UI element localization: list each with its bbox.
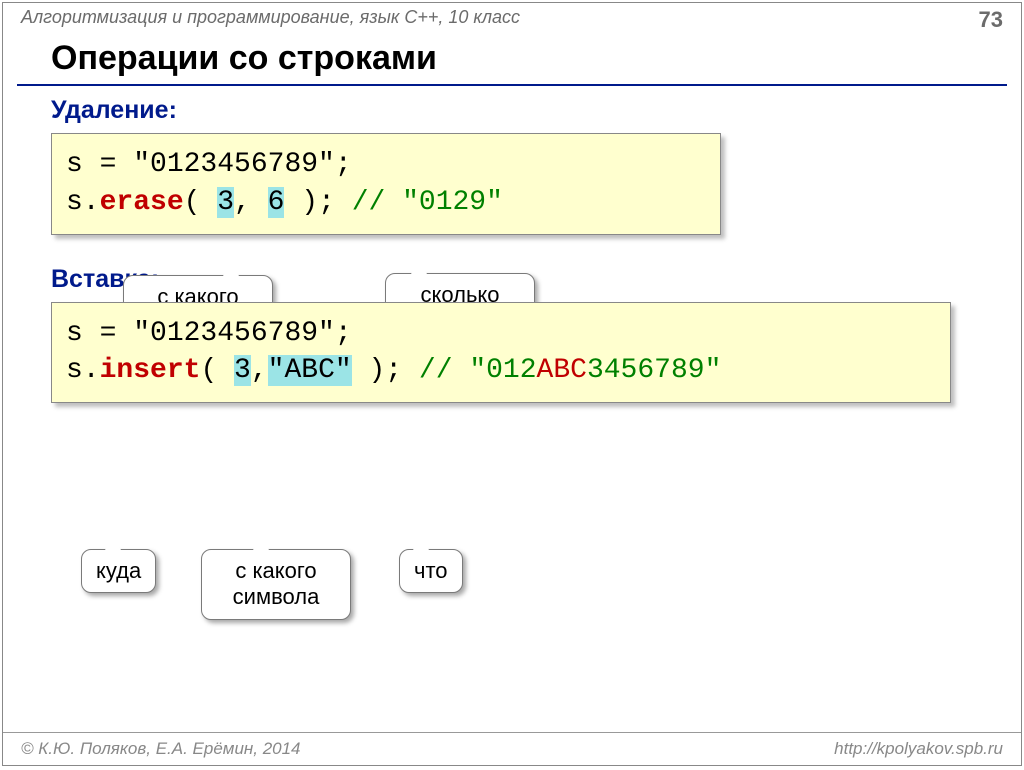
code-block-insert: s = "0123456789"; s.insert( 3,"ABC" ); /… — [51, 302, 951, 404]
slide-header: Алгоритмизация и программирование, язык … — [3, 3, 1021, 35]
course-title: Алгоритмизация и программирование, язык … — [21, 7, 520, 33]
code-text: , — [251, 355, 268, 386]
section-delete-label: Удаление: — [3, 96, 1021, 125]
code-text: s = — [66, 318, 133, 349]
pointer-icon — [411, 260, 427, 274]
code-comment: // "012 — [419, 355, 537, 386]
callout-text: куда — [96, 558, 141, 583]
code-arg: 3 — [217, 187, 234, 218]
pointer-icon — [223, 262, 239, 276]
code-text: ; — [335, 318, 352, 349]
callout-from-symbol-2: с какого символа — [201, 549, 351, 620]
pointer-icon — [413, 536, 429, 550]
code-text: ); — [284, 187, 351, 218]
code-text: s = — [66, 149, 133, 180]
code-text: s. — [66, 355, 100, 386]
code-text: s. — [66, 187, 100, 218]
pointer-icon — [105, 536, 121, 550]
code-arg: 6 — [268, 187, 285, 218]
slide-title: Операции со строками — [17, 35, 1007, 86]
callout-where: куда — [81, 549, 156, 593]
callout-text: с какого символа — [233, 558, 320, 609]
code-arg: 3 — [234, 355, 251, 386]
copyright: © К.Ю. Поляков, Е.А. Ерёмин, 2014 — [21, 739, 301, 759]
code-arg: "ABC" — [268, 355, 352, 386]
slide-footer: © К.Ю. Поляков, Е.А. Ерёмин, 2014 http:/… — [3, 732, 1021, 765]
code-comment: 3456789" — [587, 355, 721, 386]
code-keyword: erase — [100, 187, 184, 218]
callout-what: что — [399, 549, 463, 593]
code-text: ( — [200, 355, 234, 386]
code-block-erase: s = "0123456789"; s.erase( 3, 6 ); // "0… — [51, 133, 721, 235]
code-comment-highlight: ABC — [537, 355, 587, 386]
code-text: ); — [352, 355, 419, 386]
slide: Алгоритмизация и программирование, язык … — [2, 2, 1022, 766]
code-text: "0123456789" — [133, 149, 335, 180]
page-number: 73 — [979, 7, 1003, 33]
pointer-icon — [253, 536, 269, 550]
callout-text: что — [414, 558, 448, 583]
code-text: ; — [335, 149, 352, 180]
footer-url: http://kpolyakov.spb.ru — [834, 739, 1003, 759]
code-text: , — [234, 187, 268, 218]
code-comment: // "0129" — [352, 187, 503, 218]
code-text: ( — [184, 187, 218, 218]
code-text: "0123456789" — [133, 318, 335, 349]
code-keyword: insert — [100, 355, 201, 386]
